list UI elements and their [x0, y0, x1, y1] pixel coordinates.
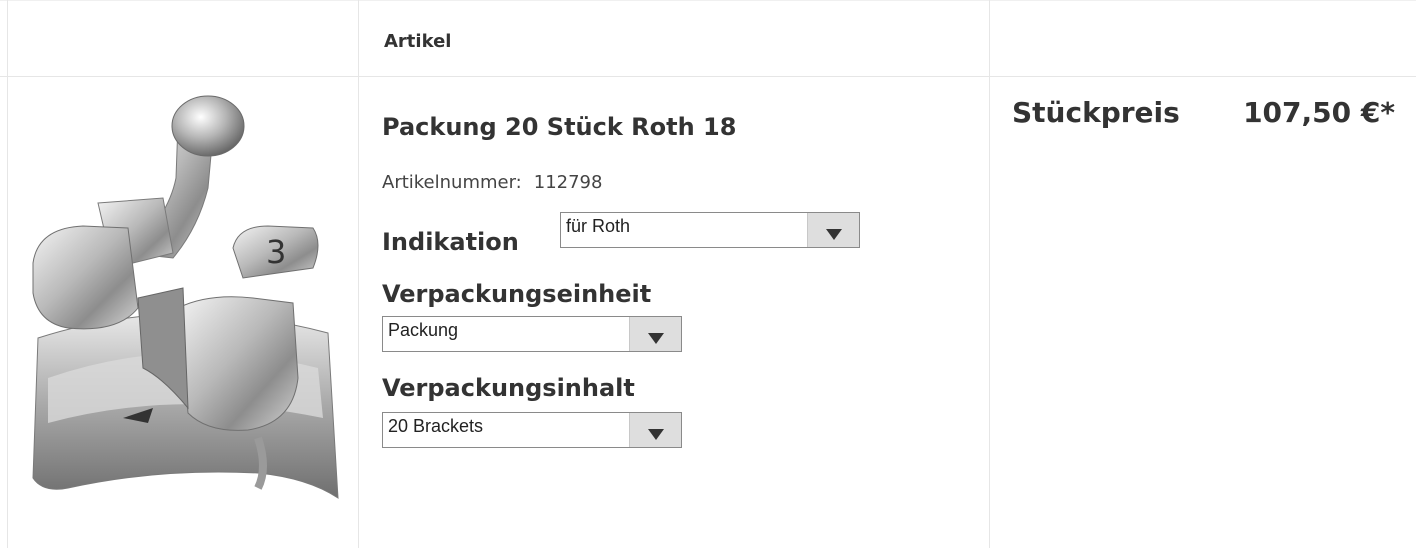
svg-text:3: 3: [266, 233, 286, 271]
table-header-row: [0, 0, 1416, 77]
column-divider: [989, 0, 990, 548]
verpackungseinheit-select[interactable]: Packung: [382, 316, 682, 352]
product-image[interactable]: 3: [8, 78, 358, 548]
verpackungsinhalt-select[interactable]: 20 Brackets: [382, 412, 682, 448]
indikation-select[interactable]: für Roth: [560, 212, 860, 248]
verpackungsinhalt-dropdown-button[interactable]: [629, 413, 681, 447]
indikation-selected-value: für Roth: [566, 216, 631, 236]
unit-price: 107,50 €*: [1243, 96, 1395, 129]
verpackungseinheit-selected-value: Packung: [388, 320, 459, 340]
verpackungseinheit-label: Verpackungseinheit: [382, 280, 652, 308]
verpackungsinhalt-label: Verpackungsinhalt: [382, 374, 635, 402]
triangle-down-icon: [648, 333, 664, 344]
product-title[interactable]: Packung 20 Stück Roth 18: [382, 113, 736, 141]
column-divider: [358, 0, 359, 548]
article-number-value: 112798: [533, 172, 603, 193]
indikation-label: Indikation: [382, 228, 519, 256]
indikation-dropdown-button[interactable]: [807, 213, 859, 247]
article-number-label: Artikelnummer:: [382, 172, 522, 193]
triangle-down-icon: [648, 429, 664, 440]
cart-table: Artikel Stückpreis 3 Packung 20 Stück Ro…: [0, 0, 1416, 548]
triangle-down-icon: [826, 229, 842, 240]
orthodontic-bracket-image: 3: [32, 95, 339, 499]
article-number: Artikelnummer: 112798: [382, 172, 602, 193]
verpackungsinhalt-selected-value: 20 Brackets: [388, 416, 484, 436]
header-article: Artikel: [384, 31, 452, 52]
verpackungseinheit-dropdown-button[interactable]: [629, 317, 681, 351]
